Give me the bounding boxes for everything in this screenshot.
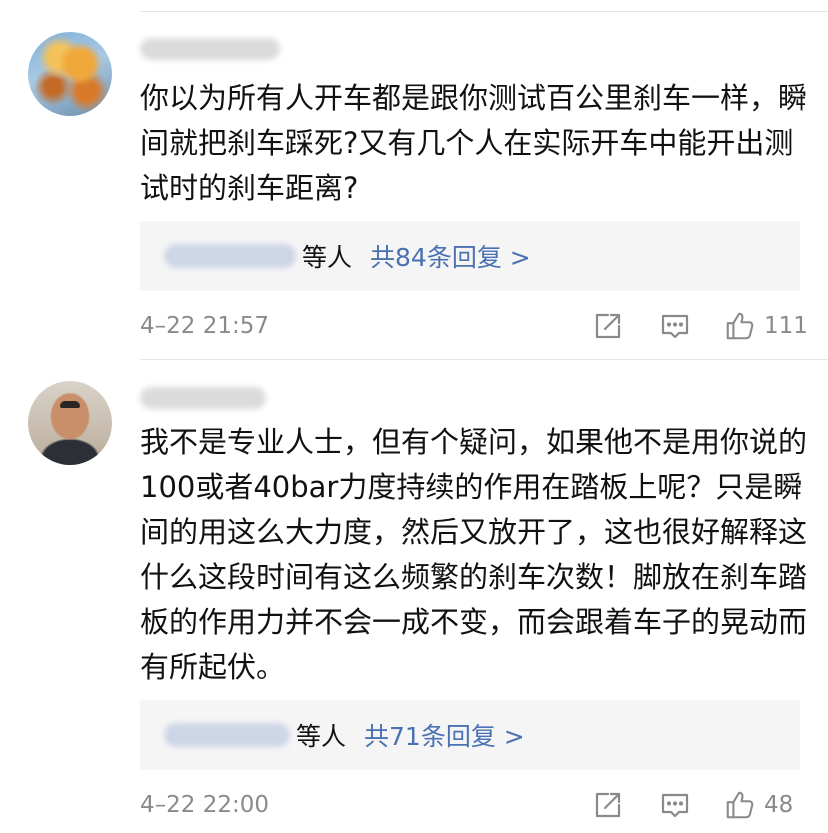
like-icon xyxy=(724,789,756,821)
like-icon xyxy=(724,310,756,342)
reply-others-label: 等人 xyxy=(296,722,347,751)
reply-usernames-blurred xyxy=(164,244,296,268)
reply-usernames-blurred xyxy=(164,723,290,747)
avatar[interactable] xyxy=(28,32,112,116)
timestamp: 4–22 21:57 xyxy=(140,313,269,339)
avatar[interactable] xyxy=(28,381,112,465)
timestamp: 4–22 22:00 xyxy=(140,792,269,818)
share-icon[interactable] xyxy=(591,309,625,343)
comment-text: 我不是专业人士，但有个疑问，如果他不是用你说的100或者40bar力度持续的作用… xyxy=(140,425,808,684)
like-count: 48 xyxy=(764,792,794,818)
like-button[interactable]: 111 xyxy=(724,309,808,343)
top-divider xyxy=(140,11,828,12)
share-icon[interactable] xyxy=(591,788,625,822)
comment-text: 你以为所有人开车都是跟你测试百公里刹车一样，瞬间就把刹车踩死?又有几个人在实际开… xyxy=(140,81,808,205)
comment-meta: 4–22 22:00 48 xyxy=(140,788,798,822)
username-blurred[interactable] xyxy=(140,38,280,60)
username-blurred[interactable] xyxy=(140,387,266,409)
reply-count-link[interactable]: 共71条回复 > xyxy=(364,717,525,753)
comment-meta: 4–22 21:57 111 xyxy=(140,309,808,343)
like-count: 111 xyxy=(764,313,808,339)
reply-count-link[interactable]: 共84条回复 > xyxy=(370,238,531,274)
replies-preview[interactable]: 等人 共84条回复 > xyxy=(140,221,800,291)
comment-icon[interactable] xyxy=(658,309,692,343)
comment-divider xyxy=(140,359,828,360)
comment-icon[interactable] xyxy=(658,788,692,822)
replies-preview[interactable]: 等人 共71条回复 > xyxy=(140,700,800,770)
reply-others-label: 等人 xyxy=(302,243,353,272)
like-button[interactable]: 48 xyxy=(724,788,793,822)
